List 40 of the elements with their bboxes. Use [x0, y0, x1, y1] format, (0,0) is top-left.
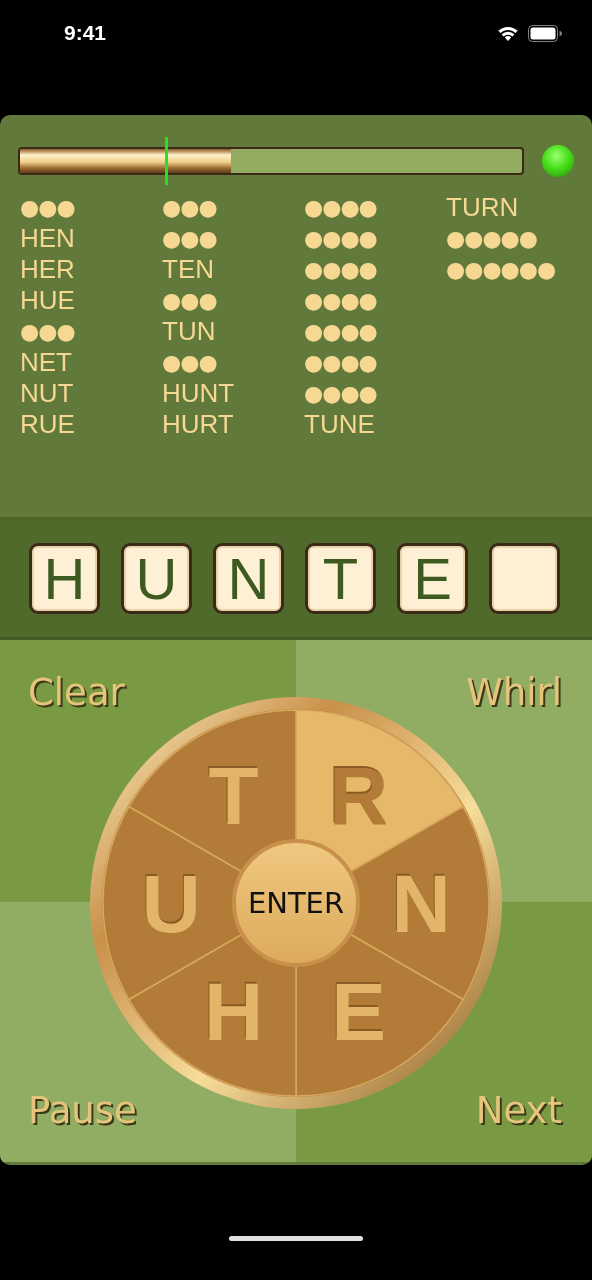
hidden-word-dots: ●●●●●● — [446, 256, 557, 284]
game-button[interactable]: Clear — [28, 670, 125, 716]
found-word: HER — [20, 254, 76, 285]
empty-tile — [489, 543, 560, 614]
found-word: TURN — [446, 192, 520, 223]
hidden-word-dots: ●●● — [20, 194, 76, 222]
hidden-word-dots: ●●● — [162, 349, 218, 377]
found-word: HURT — [162, 409, 235, 440]
hidden-word-dots: ●●●●● — [446, 225, 538, 253]
hidden-word-dots: ●●●● — [304, 256, 378, 284]
hidden-word-dots: ●●●● — [304, 194, 378, 222]
hidden-word-dots: ●●●● — [304, 287, 378, 315]
hidden-word-dots: ●●●● — [304, 380, 378, 408]
hidden-word-dots: ●●● — [162, 287, 218, 315]
found-word: HUNT — [162, 378, 236, 409]
hidden-word-dots: ●●● — [162, 225, 218, 253]
found-word: TUNE — [304, 409, 376, 440]
found-word: HEN — [20, 223, 76, 254]
game-button[interactable]: Next — [475, 1088, 562, 1134]
enter-button[interactable]: ENTER — [232, 839, 360, 967]
hidden-word-dots: ●●●● — [304, 318, 378, 346]
wifi-icon — [496, 24, 520, 42]
found-word: TUN — [162, 316, 217, 347]
letter-tile: U — [121, 543, 192, 614]
found-word: HUE — [20, 285, 76, 316]
letter-tile: H — [29, 543, 100, 614]
letter-tile: N — [213, 543, 284, 614]
letter-tile: T — [305, 543, 376, 614]
found-word: RUE — [20, 409, 76, 440]
letter-tile: E — [397, 543, 468, 614]
hidden-word-dots: ●●● — [20, 318, 76, 346]
hidden-word-dots: ●●●● — [304, 349, 378, 377]
hidden-word-dots: ●●● — [162, 194, 218, 222]
hidden-word-dots: ●●●● — [304, 225, 378, 253]
found-word: NET — [20, 347, 73, 378]
battery-icon — [528, 24, 562, 42]
game-button[interactable]: Whirl — [466, 670, 562, 716]
clock-time: 9:41 — [64, 21, 107, 45]
found-word: NUT — [20, 378, 75, 409]
found-word: TEN — [162, 254, 215, 285]
